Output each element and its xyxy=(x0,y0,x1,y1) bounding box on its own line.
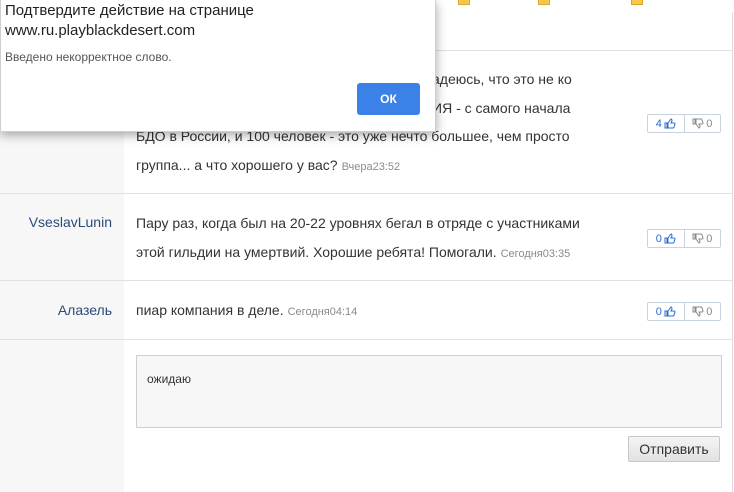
thumbs-up-icon xyxy=(664,118,676,129)
panel-border xyxy=(732,12,733,492)
comment-line: этой гильдии на умертвий. Хорошие ребята… xyxy=(136,243,497,260)
thumbs-down-icon xyxy=(692,118,704,129)
vote-widget: 4 0 xyxy=(647,114,721,133)
comment-line: Пару раз, когда был на 20-22 уровнях бег… xyxy=(136,215,580,231)
dislike-count: 0 xyxy=(706,117,713,130)
comment-row: VseslavLunin Пару раз, когда был на 20-2… xyxy=(0,194,732,281)
like-count: 0 xyxy=(655,232,662,245)
comment-row: Алазель пиар компания в деле. Сегодня04:1… xyxy=(0,281,732,340)
send-button[interactable]: Отправить xyxy=(628,436,720,462)
dislike-button[interactable]: 0 xyxy=(685,115,721,132)
vote-widget: 0 0 xyxy=(647,302,721,321)
comment-line: пиар компания в деле. xyxy=(136,302,284,318)
comment-timestamp: Сегодня04:14 xyxy=(287,306,358,318)
bookmark-tab-1[interactable] xyxy=(458,0,476,6)
folder-icon xyxy=(538,0,550,6)
like-count: 0 xyxy=(655,305,662,318)
dislike-count: 0 xyxy=(706,232,713,245)
reply-textarea[interactable]: ожидаю xyxy=(136,355,722,428)
vote-widget: 0 0 xyxy=(647,229,721,248)
comment-text: пиар компания в деле. Сегодня04:14 xyxy=(136,296,626,327)
folder-icon xyxy=(458,0,470,6)
ok-button[interactable]: ОК xyxy=(357,83,420,115)
thumbs-up-icon xyxy=(664,306,676,317)
thumbs-down-icon xyxy=(692,306,704,317)
confirm-dialog: Подтвердите действие на странице www.ru.… xyxy=(0,0,436,132)
dislike-button[interactable]: 0 xyxy=(685,303,721,320)
bookmark-tab-3[interactable] xyxy=(631,0,649,6)
like-button[interactable]: 0 xyxy=(648,230,685,247)
dialog-title: Подтвердите действие на странице xyxy=(5,2,254,19)
bookmark-tab-2[interactable] xyxy=(538,0,556,6)
like-count: 4 xyxy=(655,117,662,130)
thumbs-up-icon xyxy=(664,233,676,244)
like-button[interactable]: 4 xyxy=(648,115,685,132)
comment-line: группа... а что хорошего у вас? xyxy=(136,156,338,173)
comment-text: Пару раз, когда был на 20-22 уровнях бег… xyxy=(136,209,626,268)
comment-author[interactable]: Алазель xyxy=(0,302,112,318)
dislike-button[interactable]: 0 xyxy=(685,230,721,247)
like-button[interactable]: 0 xyxy=(648,303,685,320)
dialog-message: Введено некорректное слово. xyxy=(5,50,172,64)
dialog-site: www.ru.playblackdesert.com xyxy=(5,22,196,39)
comment-timestamp: Сегодня03:35 xyxy=(500,247,571,260)
thumbs-down-icon xyxy=(692,233,704,244)
dislike-count: 0 xyxy=(706,305,713,318)
folder-icon xyxy=(631,0,643,6)
comment-timestamp: Вчера23:52 xyxy=(341,160,401,173)
comment-author[interactable]: VseslavLunin xyxy=(0,214,112,230)
